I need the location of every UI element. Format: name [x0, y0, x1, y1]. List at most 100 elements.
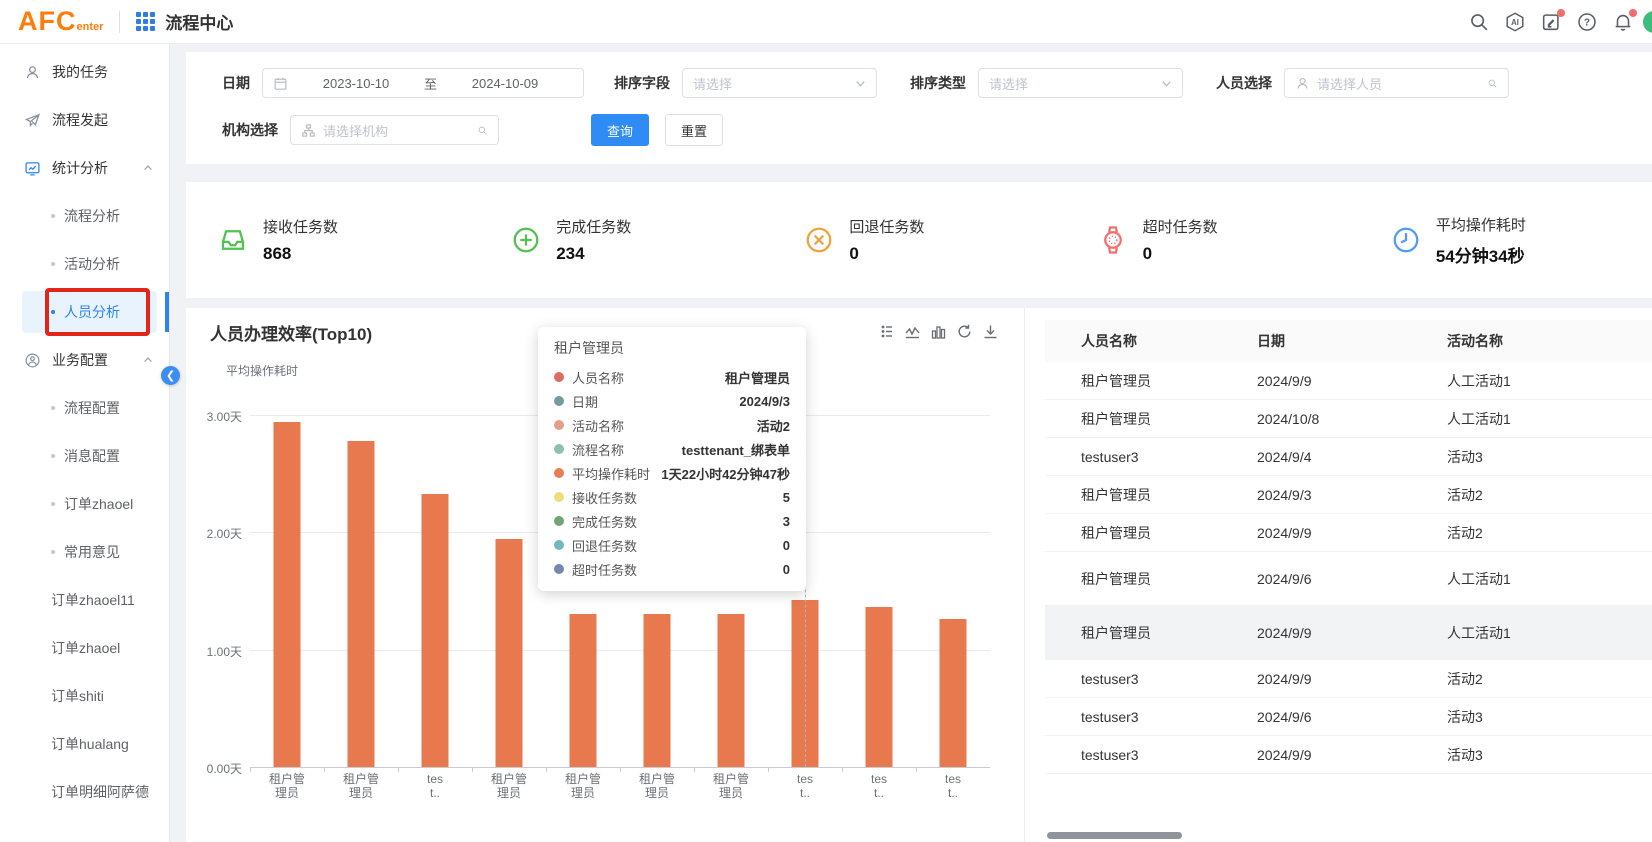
data-view-icon[interactable]: [879, 324, 894, 339]
bar[interactable]: [940, 619, 967, 767]
sidebar-subitem-2-0[interactable]: 流程分析: [0, 192, 169, 240]
sidebar-item-label: 我的任务: [52, 62, 108, 82]
table-row[interactable]: testuser32024/9/9活动3: [1045, 736, 1652, 774]
sidebar-item-2[interactable]: 统计分析: [0, 144, 169, 192]
tooltip-row: 人员名称租户管理员: [554, 365, 790, 389]
table-row[interactable]: testuser32024/9/9活动2: [1045, 660, 1652, 698]
bar[interactable]: [718, 614, 745, 767]
bar[interactable]: [570, 614, 597, 767]
search-button[interactable]: 查询: [591, 114, 649, 146]
stat-label: 超时任务数: [1143, 216, 1218, 237]
table-cell: 人工活动1: [1447, 371, 1652, 391]
person-select-input[interactable]: 请选择人员: [1284, 68, 1509, 98]
column-header: 日期: [1257, 331, 1447, 351]
table-row[interactable]: testuser32024/9/4活动3: [1045, 438, 1652, 476]
memo-icon[interactable]: [1540, 11, 1562, 33]
sidebar-subitem-3-1[interactable]: 消息配置: [0, 432, 169, 480]
table-row[interactable]: 租户管理员2024/10/8人工活动1: [1045, 400, 1652, 438]
sidebar-subitem-3-4[interactable]: 订单zhaoel11: [0, 576, 169, 624]
series-dot-icon: [554, 516, 564, 526]
sidebar-subitem-label: 订单hualang: [51, 734, 129, 754]
reset-button[interactable]: 重置: [665, 114, 723, 146]
sidebar-collapse-button[interactable]: ❮: [161, 366, 180, 385]
table-cell: 2024/9/9: [1257, 671, 1447, 687]
org-select-input[interactable]: 请选择机构: [290, 115, 499, 145]
stat-card-4: 平均操作耗时54分钟34秒: [1359, 214, 1652, 267]
sidebar-item-label: 统计分析: [52, 158, 108, 178]
svg-text:?: ?: [1584, 17, 1590, 28]
line-chart-icon[interactable]: [905, 324, 920, 339]
series-dot-icon: [554, 468, 564, 478]
sidebar-subitem-label: 活动分析: [64, 254, 120, 274]
svg-text:AI: AI: [1511, 18, 1519, 27]
tooltip-label: 完成任务数: [572, 512, 637, 531]
stat-label: 平均操作耗时: [1436, 214, 1526, 235]
sidebar-item-3[interactable]: 业务配置: [0, 336, 169, 384]
table-row[interactable]: 租户管理员2024/9/6人工活动1: [1045, 552, 1652, 606]
sidebar-subitem-3-6[interactable]: 订单shiti: [0, 672, 169, 720]
bar-chart-icon[interactable]: [931, 324, 946, 339]
sidebar-subitem-2-2[interactable]: 人员分析: [0, 288, 169, 336]
refresh-icon[interactable]: [957, 324, 972, 339]
help-icon[interactable]: ?: [1576, 11, 1598, 33]
table-cell: 2024/9/9: [1257, 525, 1447, 541]
tooltip-title: 租户管理员: [554, 338, 790, 358]
table-row[interactable]: 租户管理员2024/9/9人工活动1: [1045, 362, 1652, 400]
bar[interactable]: [422, 494, 449, 767]
sort-field-select[interactable]: 请选择: [682, 68, 877, 98]
y-axis-name: 平均操作耗时: [226, 362, 298, 379]
calendar-icon: [273, 76, 288, 91]
series-dot-icon: [554, 444, 564, 454]
header-divider: [119, 11, 120, 33]
chevron-down-icon: [1161, 78, 1172, 89]
sidebar-item-0[interactable]: 我的任务: [0, 48, 169, 96]
sidebar-subitem-3-7[interactable]: 订单hualang: [0, 720, 169, 768]
bar[interactable]: [274, 422, 301, 767]
table-cell: 2024/9/4: [1257, 449, 1447, 465]
ai-assistant-icon[interactable]: AI: [1504, 11, 1526, 33]
sidebar-subitem-3-2[interactable]: 订单zhaoel: [0, 480, 169, 528]
bar[interactable]: [348, 441, 375, 767]
brand-logo[interactable]: AFC enter: [18, 6, 103, 37]
x-axis-label: tes t..: [842, 772, 916, 800]
search-icon[interactable]: [1468, 11, 1490, 33]
x-axis-label: 租户管 理员: [324, 772, 398, 800]
download-icon[interactable]: [983, 324, 998, 339]
x-circle-icon: [804, 225, 834, 255]
table-cell: 2024/9/6: [1257, 709, 1447, 725]
avatar[interactable]: [1643, 11, 1652, 33]
bar[interactable]: [644, 614, 671, 767]
sidebar-subitem-3-0[interactable]: 流程配置: [0, 384, 169, 432]
sidebar-subitem-3-5[interactable]: 订单zhaoel: [0, 624, 169, 672]
date-end-value[interactable]: 2024-10-09: [437, 76, 573, 91]
sidebar-item-1[interactable]: 流程发起: [0, 96, 169, 144]
bell-icon[interactable]: [1612, 11, 1634, 33]
stats-icon: [24, 160, 41, 177]
x-axis-label: 租户管 理员: [694, 772, 768, 800]
sort-type-select[interactable]: 请选择: [978, 68, 1183, 98]
horizontal-scrollbar-thumb[interactable]: [1047, 832, 1182, 839]
sidebar-subitem-label: 流程配置: [64, 398, 120, 418]
sidebar-item-label: 业务配置: [52, 350, 108, 370]
sidebar-subitem-3-3[interactable]: 常用意见: [0, 528, 169, 576]
bullet-dot-icon: [51, 502, 55, 506]
tooltip-row: 超时任务数0: [554, 557, 790, 581]
table-row[interactable]: 租户管理员2024/9/9活动2: [1045, 514, 1652, 552]
tooltip-row: 接收任务数5: [554, 485, 790, 509]
active-item-indicator: [165, 292, 169, 332]
date-start-value[interactable]: 2023-10-10: [288, 76, 424, 91]
sidebar-subitem-2-1[interactable]: 活动分析: [0, 240, 169, 288]
stat-value: 0: [849, 244, 924, 264]
sidebar-subitem-3-8[interactable]: 订单明细阿萨德: [0, 768, 169, 816]
bar[interactable]: [496, 539, 523, 767]
table-row[interactable]: 租户管理员2024/9/9人工活动1: [1045, 606, 1652, 660]
bar[interactable]: [866, 607, 893, 767]
x-axis-label: 租户管 理员: [546, 772, 620, 800]
table-row[interactable]: 租户管理员2024/9/3活动2: [1045, 476, 1652, 514]
table-row[interactable]: testuser32024/9/6活动3: [1045, 698, 1652, 736]
date-range-picker[interactable]: 2023-10-10 至 2024-10-09: [262, 68, 584, 98]
tooltip-value: 0: [783, 562, 790, 577]
series-dot-icon: [554, 540, 564, 550]
bullet-dot-icon: [51, 262, 55, 266]
apps-grid-icon[interactable]: [136, 12, 155, 31]
